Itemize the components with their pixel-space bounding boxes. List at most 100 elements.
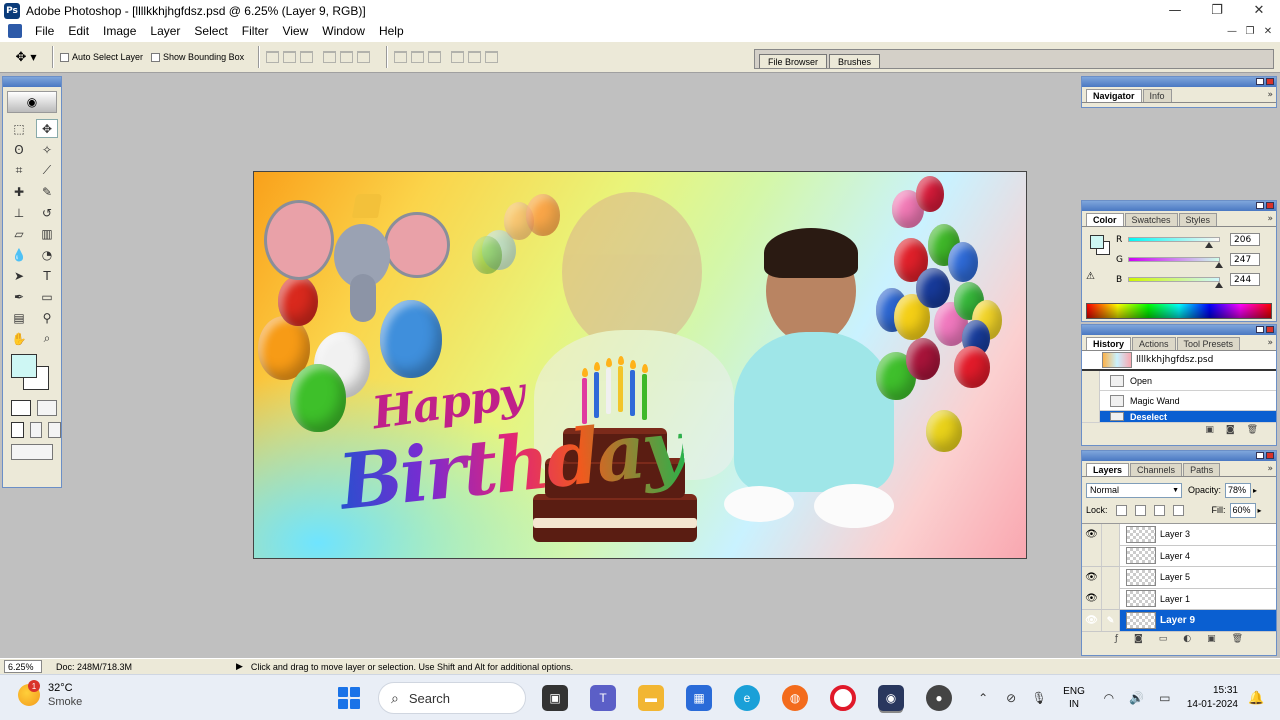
tab-swatches[interactable]: Swatches (1124, 213, 1178, 226)
hand-tool-icon[interactable]: ✋ (8, 329, 30, 348)
firefox-icon[interactable]: ◍ (782, 685, 808, 711)
play-arrow-icon[interactable]: ▶ (236, 661, 243, 672)
link-toggle[interactable] (1102, 523, 1120, 545)
link-toggle[interactable] (1102, 588, 1120, 610)
healing-brush-tool-icon[interactable]: ✚ (8, 182, 30, 201)
shape-tool-icon[interactable]: ▭ (36, 287, 58, 306)
align-left-icon[interactable] (323, 51, 337, 63)
red-slider[interactable] (1128, 237, 1220, 248)
opera-icon[interactable] (830, 685, 856, 711)
tab-info[interactable]: Info (1142, 89, 1172, 102)
new-document-from-state-icon[interactable]: ▣ (1205, 425, 1214, 435)
recorder-icon[interactable]: ● (926, 685, 952, 711)
layer-row[interactable]: 👁 Layer 1 (1082, 588, 1276, 610)
palette-minimize-icon[interactable] (1256, 326, 1264, 333)
close-icon[interactable]: ✕ (1238, 0, 1280, 21)
green-value-input[interactable]: 247 (1230, 253, 1260, 266)
palette-header[interactable] (1082, 325, 1276, 335)
palette-close-icon[interactable] (1266, 78, 1274, 85)
blue-slider[interactable] (1128, 277, 1223, 288)
tab-paths[interactable]: Paths (1183, 463, 1221, 476)
fill-input[interactable]: 60% (1229, 502, 1256, 518)
menu-window[interactable]: Window (315, 24, 372, 38)
gradient-tool-icon[interactable]: ▥ (36, 224, 58, 243)
start-button[interactable] (338, 687, 360, 709)
teams-icon[interactable]: T (590, 685, 616, 711)
crop-tool-icon[interactable]: ⌗ (8, 161, 30, 180)
full-screen-icon[interactable] (48, 422, 62, 438)
palette-minimize-icon[interactable] (1256, 202, 1264, 209)
full-screen-menu-icon[interactable] (29, 422, 43, 438)
palette-header[interactable] (1082, 77, 1276, 87)
trash-icon[interactable]: 🗑 (1232, 634, 1243, 644)
fill-arrow-icon[interactable]: ▸ (1258, 506, 1262, 515)
distribute-top-icon[interactable] (394, 51, 408, 63)
doc-minimize-icon[interactable]: — (1224, 23, 1240, 39)
opacity-input[interactable]: 78% (1225, 482, 1252, 498)
blue-slider-thumb[interactable] (1215, 282, 1223, 288)
link-toggle[interactable] (1102, 566, 1120, 588)
tab-layers[interactable]: Layers (1086, 463, 1130, 476)
palette-menu-icon[interactable]: » (1267, 90, 1273, 100)
document-icon[interactable] (8, 24, 22, 38)
language-indicator[interactable]: ENG IN (1063, 685, 1085, 711)
history-snapshot[interactable]: llllkkhjhgfdsz.psd (1082, 351, 1276, 371)
brush-tool-icon[interactable]: ✎ (36, 182, 58, 201)
notes-tool-icon[interactable]: ▤ (8, 308, 30, 327)
eye-icon[interactable]: 👁 (1082, 609, 1102, 631)
layer-row[interactable]: 👁 Layer 5 (1082, 566, 1276, 589)
task-view-icon[interactable]: ▣ (542, 685, 568, 711)
volume-icon[interactable]: 🔊 (1126, 691, 1148, 705)
distribute-left-icon[interactable] (451, 51, 465, 63)
color-spectrum-bar[interactable] (1086, 303, 1272, 319)
clock[interactable]: 15:31 14-01-2024 (1187, 684, 1238, 712)
menu-select[interactable]: Select (187, 24, 234, 38)
blur-tool-icon[interactable]: 💧 (8, 245, 30, 264)
weather-widget[interactable]: 1 32°C Smoke (18, 680, 82, 709)
blue-value-input[interactable]: 244 (1230, 273, 1260, 286)
doc-close-icon[interactable]: ✕ (1260, 23, 1276, 39)
new-set-icon[interactable]: ▭ (1159, 634, 1168, 644)
palette-menu-icon[interactable]: » (1267, 214, 1273, 224)
eyedropper-tool-icon[interactable]: ⚲ (36, 308, 58, 327)
distribute-vcenter-icon[interactable] (411, 51, 425, 63)
distribute-right-icon[interactable] (485, 51, 499, 63)
jump-to-imageready-icon[interactable] (11, 444, 53, 460)
notification-bell-icon[interactable]: 🔔 (1248, 690, 1268, 706)
layer-row[interactable]: Layer 4 (1082, 545, 1276, 567)
store-icon[interactable]: ▦ (686, 685, 712, 711)
tab-history[interactable]: History (1086, 337, 1132, 350)
document-canvas[interactable]: Happy Birthday (253, 171, 1027, 559)
menu-filter[interactable]: Filter (235, 24, 276, 38)
tab-tool-presets[interactable]: Tool Presets (1176, 337, 1241, 350)
lock-position-checkbox[interactable] (1153, 504, 1165, 516)
tab-actions[interactable]: Actions (1132, 337, 1176, 350)
dodge-tool-icon[interactable]: ◔ (36, 245, 58, 264)
menu-view[interactable]: View (275, 24, 315, 38)
distribute-hcenter-icon[interactable] (468, 51, 482, 63)
network-offline-icon[interactable]: ⊘ (1000, 691, 1022, 705)
eye-icon[interactable]: 👁 (1082, 523, 1102, 545)
align-hcenter-icon[interactable] (340, 51, 354, 63)
marquee-tool-icon[interactable]: ⬚ (8, 119, 30, 138)
align-bottom-icon[interactable] (300, 51, 314, 63)
new-layer-icon[interactable]: ▣ (1207, 634, 1216, 644)
green-slider-thumb[interactable] (1215, 262, 1223, 268)
align-vcenter-icon[interactable] (283, 51, 297, 63)
palette-minimize-icon[interactable] (1256, 78, 1264, 85)
out-of-gamut-warning-icon[interactable]: ⚠ (1086, 271, 1095, 282)
lock-transparency-checkbox[interactable] (1115, 504, 1127, 516)
type-tool-icon[interactable]: T (36, 266, 58, 285)
menu-layer[interactable]: Layer (143, 24, 187, 38)
align-right-icon[interactable] (357, 51, 371, 63)
wifi-icon[interactable]: ◠ (1098, 691, 1120, 705)
doc-restore-icon[interactable]: ❐ (1242, 23, 1258, 39)
palette-close-icon[interactable] (1266, 202, 1274, 209)
adobe-online-icon[interactable]: ◉ (7, 91, 57, 113)
zoom-tool-icon[interactable]: ⌕ (36, 329, 58, 348)
toolbox-header[interactable] (3, 77, 61, 87)
distribute-bottom-icon[interactable] (428, 51, 442, 63)
chevron-up-icon[interactable]: ⌃ (972, 691, 994, 705)
new-snapshot-icon[interactable]: ◙ (1226, 425, 1235, 435)
path-selection-tool-icon[interactable]: ➤ (8, 266, 30, 285)
